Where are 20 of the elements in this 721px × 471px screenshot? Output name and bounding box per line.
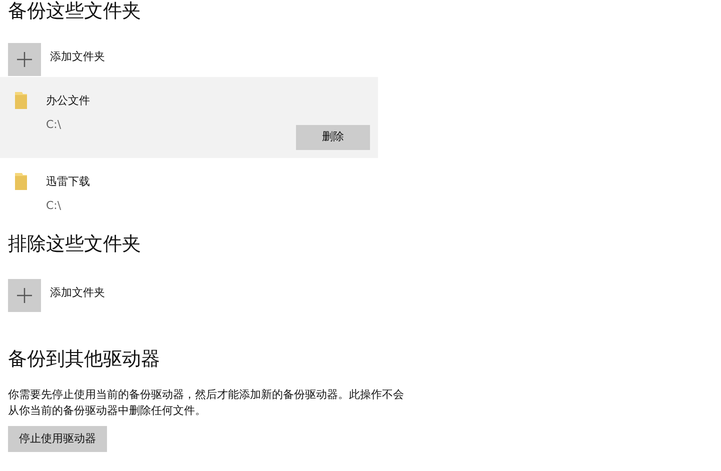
folder-path: C:\ [46, 198, 62, 213]
folder-icon [14, 91, 28, 110]
folder-item[interactable]: 迅雷下载 C:\ [0, 158, 378, 224]
plus-icon [17, 288, 32, 303]
section-heading: 排除这些文件夹 [8, 232, 141, 255]
section-heading: 备份这些文件夹 [8, 0, 141, 22]
plus-icon [17, 52, 32, 67]
folder-path: C:\ [46, 118, 62, 132]
section-heading: 备份到其他驱动器 [8, 348, 160, 370]
folder-item[interactable]: 办公文件 C:\ 删除 [0, 77, 378, 158]
add-folder-button[interactable] [8, 278, 41, 312]
add-folder-label[interactable]: 添加文件夹 [50, 286, 105, 300]
delete-button[interactable]: 删除 [296, 124, 370, 150]
folder-name: 办公文件 [46, 94, 90, 108]
add-folder-label[interactable]: 添加文件夹 [50, 50, 105, 64]
folder-name: 迅雷下载 [46, 174, 90, 189]
add-folder-button[interactable] [8, 43, 41, 76]
description-text: 你需要先停止使用当前的备份驱动器，然后才能添加新的备份驱动器。此操作不会从你当前的备份驱动器中删除任何文件。 [8, 386, 405, 419]
folder-icon [14, 172, 28, 191]
stop-drive-button[interactable]: 停止使用驱动器 [8, 426, 107, 452]
